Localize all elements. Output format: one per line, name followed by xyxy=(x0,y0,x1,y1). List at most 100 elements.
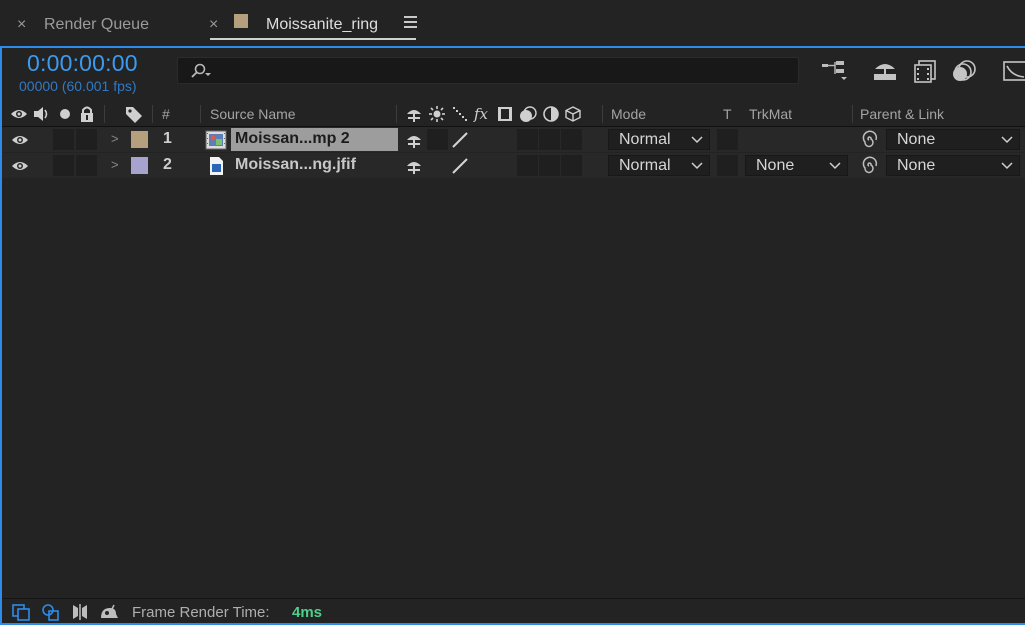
tab-composition[interactable]: Moissanite_ring xyxy=(266,16,378,34)
layer-search-box[interactable] xyxy=(177,57,799,84)
solo-switch[interactable] xyxy=(53,155,74,176)
graph-editor-icon[interactable] xyxy=(1000,58,1025,84)
quality-draft-icon[interactable] xyxy=(450,157,470,175)
frame-render-time-label: Frame Render Time: xyxy=(132,604,270,621)
render-queue-close-icon[interactable]: × xyxy=(17,17,26,33)
comp-flowchart-icon[interactable] xyxy=(820,58,848,84)
shy-switch-icon[interactable] xyxy=(405,157,423,175)
motion-blur-switch[interactable] xyxy=(517,155,538,176)
image-file-icon xyxy=(210,157,223,175)
precomp-icon xyxy=(205,130,227,150)
adjustment-switch[interactable] xyxy=(539,129,560,150)
header-divider xyxy=(852,105,853,123)
3d-layer-switch[interactable] xyxy=(561,155,582,176)
expand-chevron-icon[interactable]: > xyxy=(111,132,119,146)
lock-header-icon xyxy=(81,106,93,122)
timeline-status-bar: Frame Render Time: 4ms xyxy=(2,598,1025,623)
track-matte-value: None xyxy=(756,157,795,174)
header-divider xyxy=(104,105,105,123)
in-out-duration-toggle-icon[interactable] xyxy=(70,603,90,621)
column-mode[interactable]: Mode xyxy=(611,106,646,122)
effects-fx-header-icon: fx xyxy=(473,105,489,123)
adjustment-switch[interactable] xyxy=(539,155,560,176)
track-matte-dropdown[interactable]: None xyxy=(745,155,848,176)
adjustment-layer-header-icon xyxy=(543,106,559,122)
blend-mode-value: Normal xyxy=(619,157,671,174)
panel-tab-bar: × Render Queue × Moissanite_ring xyxy=(0,0,1025,46)
search-input[interactable] xyxy=(218,62,778,80)
parent-value: None xyxy=(897,157,936,174)
preserve-transparency-switch[interactable] xyxy=(717,129,738,150)
collapse-transform-header-icon xyxy=(429,106,445,122)
label-tag-header-icon xyxy=(126,107,142,123)
layer-row[interactable]: > 1 Moissan...mp 2 Normal None xyxy=(2,127,1025,152)
active-tab-indicator xyxy=(210,38,416,40)
audio-header-icon xyxy=(34,107,48,121)
preserve-transparency-switch[interactable] xyxy=(717,155,738,176)
3d-layer-switch[interactable] xyxy=(561,129,582,150)
search-icon xyxy=(191,63,211,78)
tab-render-queue[interactable]: Render Queue xyxy=(44,16,149,34)
header-divider xyxy=(152,105,153,123)
current-time-display[interactable]: 0:00:00:00 xyxy=(27,50,138,76)
layer-number: 2 xyxy=(163,156,172,173)
parent-dropdown[interactable]: None xyxy=(886,155,1020,176)
parent-value: None xyxy=(897,131,936,148)
layer-name[interactable]: Moissan...mp 2 xyxy=(235,130,350,148)
layer-row[interactable]: > 2 Moissan...ng.jfif Normal None None xyxy=(2,153,1025,178)
header-divider xyxy=(200,105,201,123)
blend-mode-dropdown[interactable]: Normal xyxy=(608,155,710,176)
parent-dropdown[interactable]: None xyxy=(886,129,1020,150)
collapse-switch[interactable] xyxy=(427,129,448,150)
frame-count-fps: 00000 (60.001 fps) xyxy=(19,78,137,94)
column-number[interactable]: # xyxy=(162,106,170,122)
header-divider xyxy=(602,105,603,123)
layer-label-color[interactable] xyxy=(131,131,148,148)
column-trkmat[interactable]: TrkMat xyxy=(749,106,792,122)
chevron-down-icon xyxy=(1001,162,1013,170)
column-source-name[interactable]: Source Name xyxy=(210,106,296,122)
render-time-toggle-icon[interactable] xyxy=(98,603,120,621)
chevron-down-icon xyxy=(1001,136,1013,144)
draft-3d-icon[interactable] xyxy=(871,58,899,84)
shy-switch-icon[interactable] xyxy=(405,131,423,149)
expand-chevron-icon[interactable]: > xyxy=(111,158,119,172)
pick-whip-icon[interactable] xyxy=(859,130,879,150)
motion-blur-icon[interactable] xyxy=(950,58,978,84)
frame-blend-header-icon xyxy=(498,107,512,121)
composition-close-icon[interactable]: × xyxy=(209,17,218,33)
layer-number: 1 xyxy=(163,130,172,147)
3d-layer-header-icon xyxy=(565,106,581,122)
svg-text:fx: fx xyxy=(473,105,489,123)
blend-mode-dropdown[interactable]: Normal xyxy=(608,129,710,150)
video-visibility-header-icon xyxy=(11,110,27,118)
quality-header-icon xyxy=(453,107,467,121)
pick-whip-icon[interactable] xyxy=(859,156,879,176)
solo-switch[interactable] xyxy=(53,129,74,150)
lock-switch[interactable] xyxy=(76,129,97,150)
composition-color-swatch xyxy=(234,14,248,28)
lock-switch[interactable] xyxy=(76,155,97,176)
column-parent-link[interactable]: Parent & Link xyxy=(860,106,944,122)
shy-header-icon xyxy=(407,110,421,122)
layer-name[interactable]: Moissan...ng.jfif xyxy=(235,156,356,174)
chevron-down-icon xyxy=(829,162,841,170)
layer-switches-toggle-icon[interactable] xyxy=(11,603,31,621)
frame-blending-icon[interactable] xyxy=(911,58,939,84)
chevron-down-icon xyxy=(691,162,703,170)
layer-label-color[interactable] xyxy=(131,157,148,174)
motion-blur-header-icon xyxy=(520,106,537,122)
quality-draft-icon[interactable] xyxy=(450,131,470,149)
panel-menu-icon[interactable] xyxy=(404,16,417,28)
column-t[interactable]: T xyxy=(723,106,732,122)
frame-render-time-value: 4ms xyxy=(292,604,323,621)
chevron-down-icon xyxy=(691,136,703,144)
eye-visibility-icon[interactable] xyxy=(11,159,29,173)
layer-column-header: # Source Name fx Mode T TrkMat Parent & … xyxy=(2,101,1025,127)
eye-visibility-icon[interactable] xyxy=(11,133,29,147)
header-divider xyxy=(396,105,397,123)
transfer-controls-toggle-icon[interactable] xyxy=(41,603,61,621)
solo-header-icon xyxy=(60,109,70,119)
blend-mode-value: Normal xyxy=(619,131,671,148)
motion-blur-switch[interactable] xyxy=(517,129,538,150)
